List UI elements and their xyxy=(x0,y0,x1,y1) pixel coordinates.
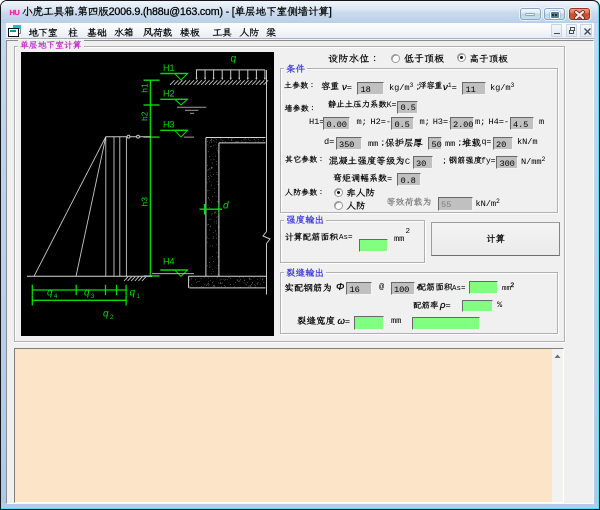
svg-text:H3: H3 xyxy=(163,119,175,129)
svg-text:1: 1 xyxy=(137,294,141,300)
svg-text:d: d xyxy=(223,200,229,211)
svg-text:3: 3 xyxy=(91,294,95,300)
svg-text:H1: H1 xyxy=(163,63,175,73)
svg-text:h2: h2 xyxy=(139,111,149,121)
svg-text:H4: H4 xyxy=(163,256,175,266)
svg-text:q: q xyxy=(130,287,136,298)
svg-text:H2: H2 xyxy=(163,88,175,98)
svg-text:q: q xyxy=(231,53,237,64)
svg-text:2: 2 xyxy=(110,315,114,321)
svg-text:h1: h1 xyxy=(139,82,149,92)
svg-text:q: q xyxy=(84,287,90,298)
svg-text:4: 4 xyxy=(54,294,58,300)
svg-text:q: q xyxy=(103,308,109,319)
svg-text:h3: h3 xyxy=(139,196,149,206)
svg-text:q: q xyxy=(47,287,53,298)
